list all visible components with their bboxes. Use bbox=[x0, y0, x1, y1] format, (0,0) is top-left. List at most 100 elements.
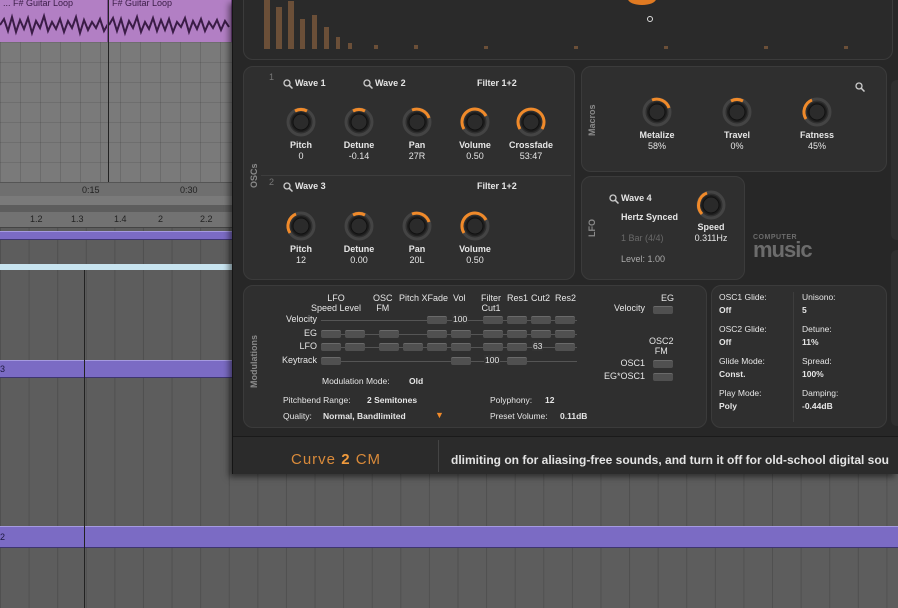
playhead bbox=[108, 0, 109, 190]
macro-fatness-knob[interactable] bbox=[801, 96, 833, 128]
dropdown-arrow-icon[interactable]: ▼ bbox=[435, 410, 444, 420]
glide-mode-value[interactable]: Const. bbox=[719, 369, 745, 379]
polyphony-value[interactable]: 12 bbox=[545, 395, 554, 405]
lfo-speed-value: 0.311Hz bbox=[689, 233, 733, 243]
lfo-level[interactable]: Level: 1.00 bbox=[621, 254, 665, 264]
osc1-knob-label: Pitch bbox=[271, 140, 331, 150]
search-icon[interactable] bbox=[363, 79, 373, 89]
midi-clip[interactable] bbox=[0, 231, 232, 240]
mod-slot[interactable] bbox=[403, 343, 423, 351]
lfo-sync-mode[interactable]: Hertz Synced bbox=[621, 212, 678, 222]
unisono-value[interactable]: 5 bbox=[802, 305, 807, 315]
mod-slot-egosc1-osc2fm[interactable] bbox=[653, 373, 673, 381]
mod-slot[interactable] bbox=[555, 330, 575, 338]
mod-slot[interactable] bbox=[321, 357, 341, 365]
mod-slot[interactable] bbox=[507, 330, 527, 338]
macro-travel-knob[interactable] bbox=[721, 96, 753, 128]
waveform bbox=[109, 10, 232, 40]
search-icon[interactable] bbox=[283, 182, 293, 192]
polyphony-label: Polyphony: bbox=[490, 395, 532, 405]
osc2-glide-label: OSC2 Glide: bbox=[719, 324, 767, 334]
mod-slot[interactable] bbox=[483, 316, 503, 324]
osc2-pan-knob[interactable] bbox=[401, 210, 433, 242]
mod-slot-osc1-osc2fm[interactable] bbox=[653, 360, 673, 368]
preset-volume-value[interactable]: 0.11dB bbox=[560, 411, 587, 421]
osc2-filter-selector[interactable]: Filter 1+2 bbox=[477, 181, 517, 191]
search-icon[interactable] bbox=[283, 79, 293, 89]
osc1-detune-knob[interactable] bbox=[343, 106, 375, 138]
spread-value[interactable]: 100% bbox=[802, 369, 824, 379]
osc1-volume-knob[interactable] bbox=[459, 106, 491, 138]
lfo-speed-knob[interactable] bbox=[695, 189, 727, 221]
time-ruler[interactable]: 0:15 0:30 bbox=[0, 182, 232, 196]
mod-slot[interactable] bbox=[451, 330, 471, 338]
clip-label: 3 bbox=[0, 364, 5, 374]
osc2-wave-selector[interactable]: Wave 3 bbox=[295, 181, 326, 191]
mod-column-header: OSCFM bbox=[373, 293, 393, 313]
midi-clip[interactable]: 3 bbox=[0, 360, 232, 378]
audio-clip[interactable]: F# Guitar Loop bbox=[109, 0, 232, 42]
osc1-knob-value: -0.14 bbox=[329, 151, 389, 161]
mod-slot[interactable] bbox=[555, 316, 575, 324]
audio-clip[interactable]: ... F# Guitar Loop bbox=[0, 0, 108, 42]
mod-slot[interactable] bbox=[451, 357, 471, 365]
osc1-glide-value[interactable]: Off bbox=[719, 305, 731, 315]
quality-value[interactable]: Normal, Bandlimited bbox=[323, 411, 406, 421]
mod-slot[interactable] bbox=[507, 343, 527, 351]
mod-slot[interactable] bbox=[345, 343, 365, 351]
mod-column-header-bottom: Pitch XFade bbox=[399, 293, 448, 303]
mod-slot[interactable] bbox=[427, 316, 447, 324]
divider bbox=[793, 292, 794, 422]
osc2-glide-value[interactable]: Off bbox=[719, 337, 731, 347]
mod-slot[interactable] bbox=[555, 343, 575, 351]
lfo-wave-selector[interactable]: Wave 4 bbox=[621, 193, 652, 203]
mod-slot[interactable] bbox=[427, 330, 447, 338]
osc1-filter-selector[interactable]: Filter 1+2 bbox=[477, 78, 517, 88]
pitchbend-label: Pitchbend Range: bbox=[283, 395, 351, 405]
mod-slot[interactable] bbox=[379, 343, 399, 351]
mod-slot[interactable] bbox=[379, 330, 399, 338]
mod-column-header-top: LFO bbox=[311, 293, 361, 303]
search-icon[interactable] bbox=[609, 194, 619, 204]
osc1-wave2-selector[interactable]: Wave 2 bbox=[375, 78, 406, 88]
detune-value[interactable]: 11% bbox=[802, 337, 819, 347]
mod-slot[interactable] bbox=[507, 316, 527, 324]
mod-slot[interactable] bbox=[507, 357, 527, 365]
unisono-label: Unisono: bbox=[802, 292, 836, 302]
mod-slot-value[interactable]: 63 bbox=[532, 341, 543, 351]
mod-slot[interactable] bbox=[531, 330, 551, 338]
mod-slot[interactable] bbox=[321, 330, 341, 338]
mod-slot-velocity-eg[interactable] bbox=[653, 306, 673, 314]
osc2-volume-knob[interactable] bbox=[459, 210, 491, 242]
lfo-bar-length[interactable]: 1 Bar (4/4) bbox=[621, 233, 664, 243]
mod-slot-value[interactable]: 100 bbox=[484, 355, 500, 365]
play-mode-value[interactable]: Poly bbox=[719, 401, 737, 411]
mod-slot[interactable] bbox=[531, 316, 551, 324]
mod-slot[interactable] bbox=[451, 343, 471, 351]
midi-clip[interactable]: 2 bbox=[0, 526, 898, 548]
osc1-pitch-knob[interactable] bbox=[285, 106, 317, 138]
divider bbox=[438, 440, 439, 472]
damping-value[interactable]: -0.44dB bbox=[802, 401, 833, 411]
osc2-pitch-knob[interactable] bbox=[285, 210, 317, 242]
mod-slot[interactable] bbox=[321, 343, 341, 351]
osc1-crossfade-knob[interactable] bbox=[515, 106, 547, 138]
mod-row-label: Velocity bbox=[257, 314, 317, 324]
mod-slot[interactable] bbox=[427, 343, 447, 351]
macro-metalize-knob[interactable] bbox=[641, 96, 673, 128]
side-panel-edge bbox=[891, 80, 898, 240]
search-icon[interactable] bbox=[855, 82, 865, 92]
help-tip-text: dlimiting on for aliasing-free sounds, a… bbox=[451, 453, 889, 467]
osc2-detune-knob[interactable] bbox=[343, 210, 375, 242]
osc1-pan-knob[interactable] bbox=[401, 106, 433, 138]
mod-slot[interactable] bbox=[483, 343, 503, 351]
pitchbend-value[interactable]: 2 Semitones bbox=[367, 395, 417, 405]
mod-mode-value[interactable]: Old bbox=[409, 376, 423, 386]
mod-slot[interactable] bbox=[345, 330, 365, 338]
arrangement-audio-area: ... F# Guitar Loop F# Guitar Loop bbox=[0, 0, 232, 205]
wave-display[interactable] bbox=[243, 0, 893, 60]
osc1-wave1-selector[interactable]: Wave 1 bbox=[295, 78, 326, 88]
beat-ruler[interactable]: 1.2 1.3 1.4 2 2.2 bbox=[0, 212, 232, 228]
mod-slot-value[interactable]: 100 bbox=[452, 314, 468, 324]
mod-slot[interactable] bbox=[483, 330, 503, 338]
